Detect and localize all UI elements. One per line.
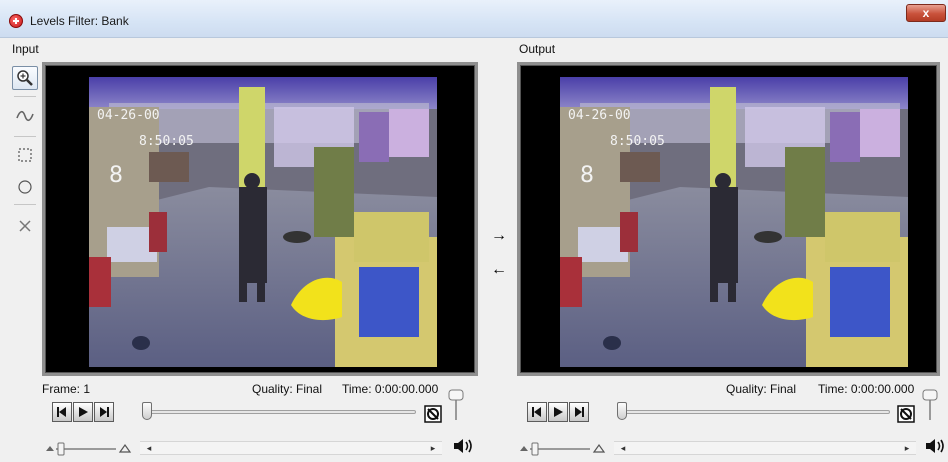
output-prev-frame-button[interactable] <box>527 402 547 422</box>
output-time-readout: Time: 0:00:00.000 <box>818 382 915 396</box>
step-forward-icon <box>100 407 109 417</box>
input-date-overlay: 04-26-00 <box>97 108 160 123</box>
clear-selection-icon[interactable] <box>12 214 38 238</box>
output-no-sync-icon[interactable] <box>897 405 915 423</box>
output-next-frame-button[interactable] <box>569 402 589 422</box>
step-back-icon <box>532 407 541 417</box>
output-preview[interactable]: 04-26-00 8:50:05 8 <box>517 62 940 376</box>
tool-palette <box>10 64 40 244</box>
input-prev-frame-button[interactable] <box>52 402 72 422</box>
input-no-sync-icon[interactable] <box>424 405 442 423</box>
levels-filter-window: Levels Filter: Bank x Input Output 04-26… <box>0 0 948 462</box>
input-video-frame: 04-26-00 8:50:05 8 <box>89 77 437 367</box>
app-icon <box>9 14 23 28</box>
copy-to-output-arrow[interactable]: → <box>490 228 508 244</box>
output-label: Output <box>519 42 556 56</box>
wave-icon[interactable] <box>12 104 38 128</box>
input-time-readout: Time: 0:00:00.000 <box>342 382 439 396</box>
output-play-button[interactable] <box>548 402 568 422</box>
zoom-icon[interactable] <box>12 66 38 90</box>
input-preview[interactable]: 04-26-00 8:50:05 8 <box>42 62 478 376</box>
output-transport-controls <box>527 402 590 424</box>
output-volume-slider[interactable] <box>920 388 940 422</box>
title-bar: Levels Filter: Bank x <box>0 0 948 38</box>
input-quality-readout: Quality: Final <box>252 382 323 396</box>
input-scene-number: 8 <box>109 163 123 188</box>
input-horizontal-scrollbar[interactable]: ◂ ▸ <box>140 441 442 455</box>
step-forward-icon <box>575 407 584 417</box>
window-title: Levels Filter: Bank <box>30 14 129 28</box>
output-horizontal-scrollbar[interactable]: ◂ ▸ <box>614 441 916 455</box>
output-date-overlay: 04-26-00 <box>568 108 631 123</box>
input-time-overlay: 8:50:05 <box>139 134 194 149</box>
scroll-right-icon[interactable]: ▸ <box>902 443 912 453</box>
input-label: Input <box>12 42 39 56</box>
copy-to-input-arrow[interactable]: ← <box>490 262 508 278</box>
scroll-left-icon[interactable]: ◂ <box>618 443 628 453</box>
ellipse-select-icon[interactable] <box>12 175 38 199</box>
output-timeline-slider[interactable] <box>624 410 890 414</box>
play-icon <box>79 407 88 417</box>
output-scene-number: 8 <box>580 163 594 188</box>
output-video-frame: 04-26-00 8:50:05 8 <box>560 77 908 367</box>
input-frame-readout: Frame: 1 <box>42 382 91 396</box>
tool-separator <box>14 96 36 97</box>
step-back-icon <box>57 407 66 417</box>
output-quality-readout: Quality: Final <box>726 382 797 396</box>
output-speaker-icon[interactable] <box>924 437 946 455</box>
input-volume-slider[interactable] <box>446 388 466 422</box>
input-timeline-slider[interactable] <box>148 410 416 414</box>
output-timeline-thumb[interactable] <box>617 402 627 420</box>
input-zoom-slider[interactable] <box>44 442 132 456</box>
play-icon <box>554 407 563 417</box>
input-next-frame-button[interactable] <box>94 402 114 422</box>
close-button[interactable]: x <box>906 4 946 22</box>
scroll-left-icon[interactable]: ◂ <box>144 443 154 453</box>
input-transport-controls <box>52 402 115 424</box>
tool-separator <box>14 204 36 205</box>
rect-select-icon[interactable] <box>12 143 38 167</box>
output-time-overlay: 8:50:05 <box>610 134 665 149</box>
output-zoom-slider[interactable] <box>518 442 606 456</box>
input-play-button[interactable] <box>73 402 93 422</box>
scroll-right-icon[interactable]: ▸ <box>428 443 438 453</box>
input-timeline-thumb[interactable] <box>142 402 152 420</box>
tool-separator <box>14 136 36 137</box>
input-speaker-icon[interactable] <box>452 437 474 455</box>
